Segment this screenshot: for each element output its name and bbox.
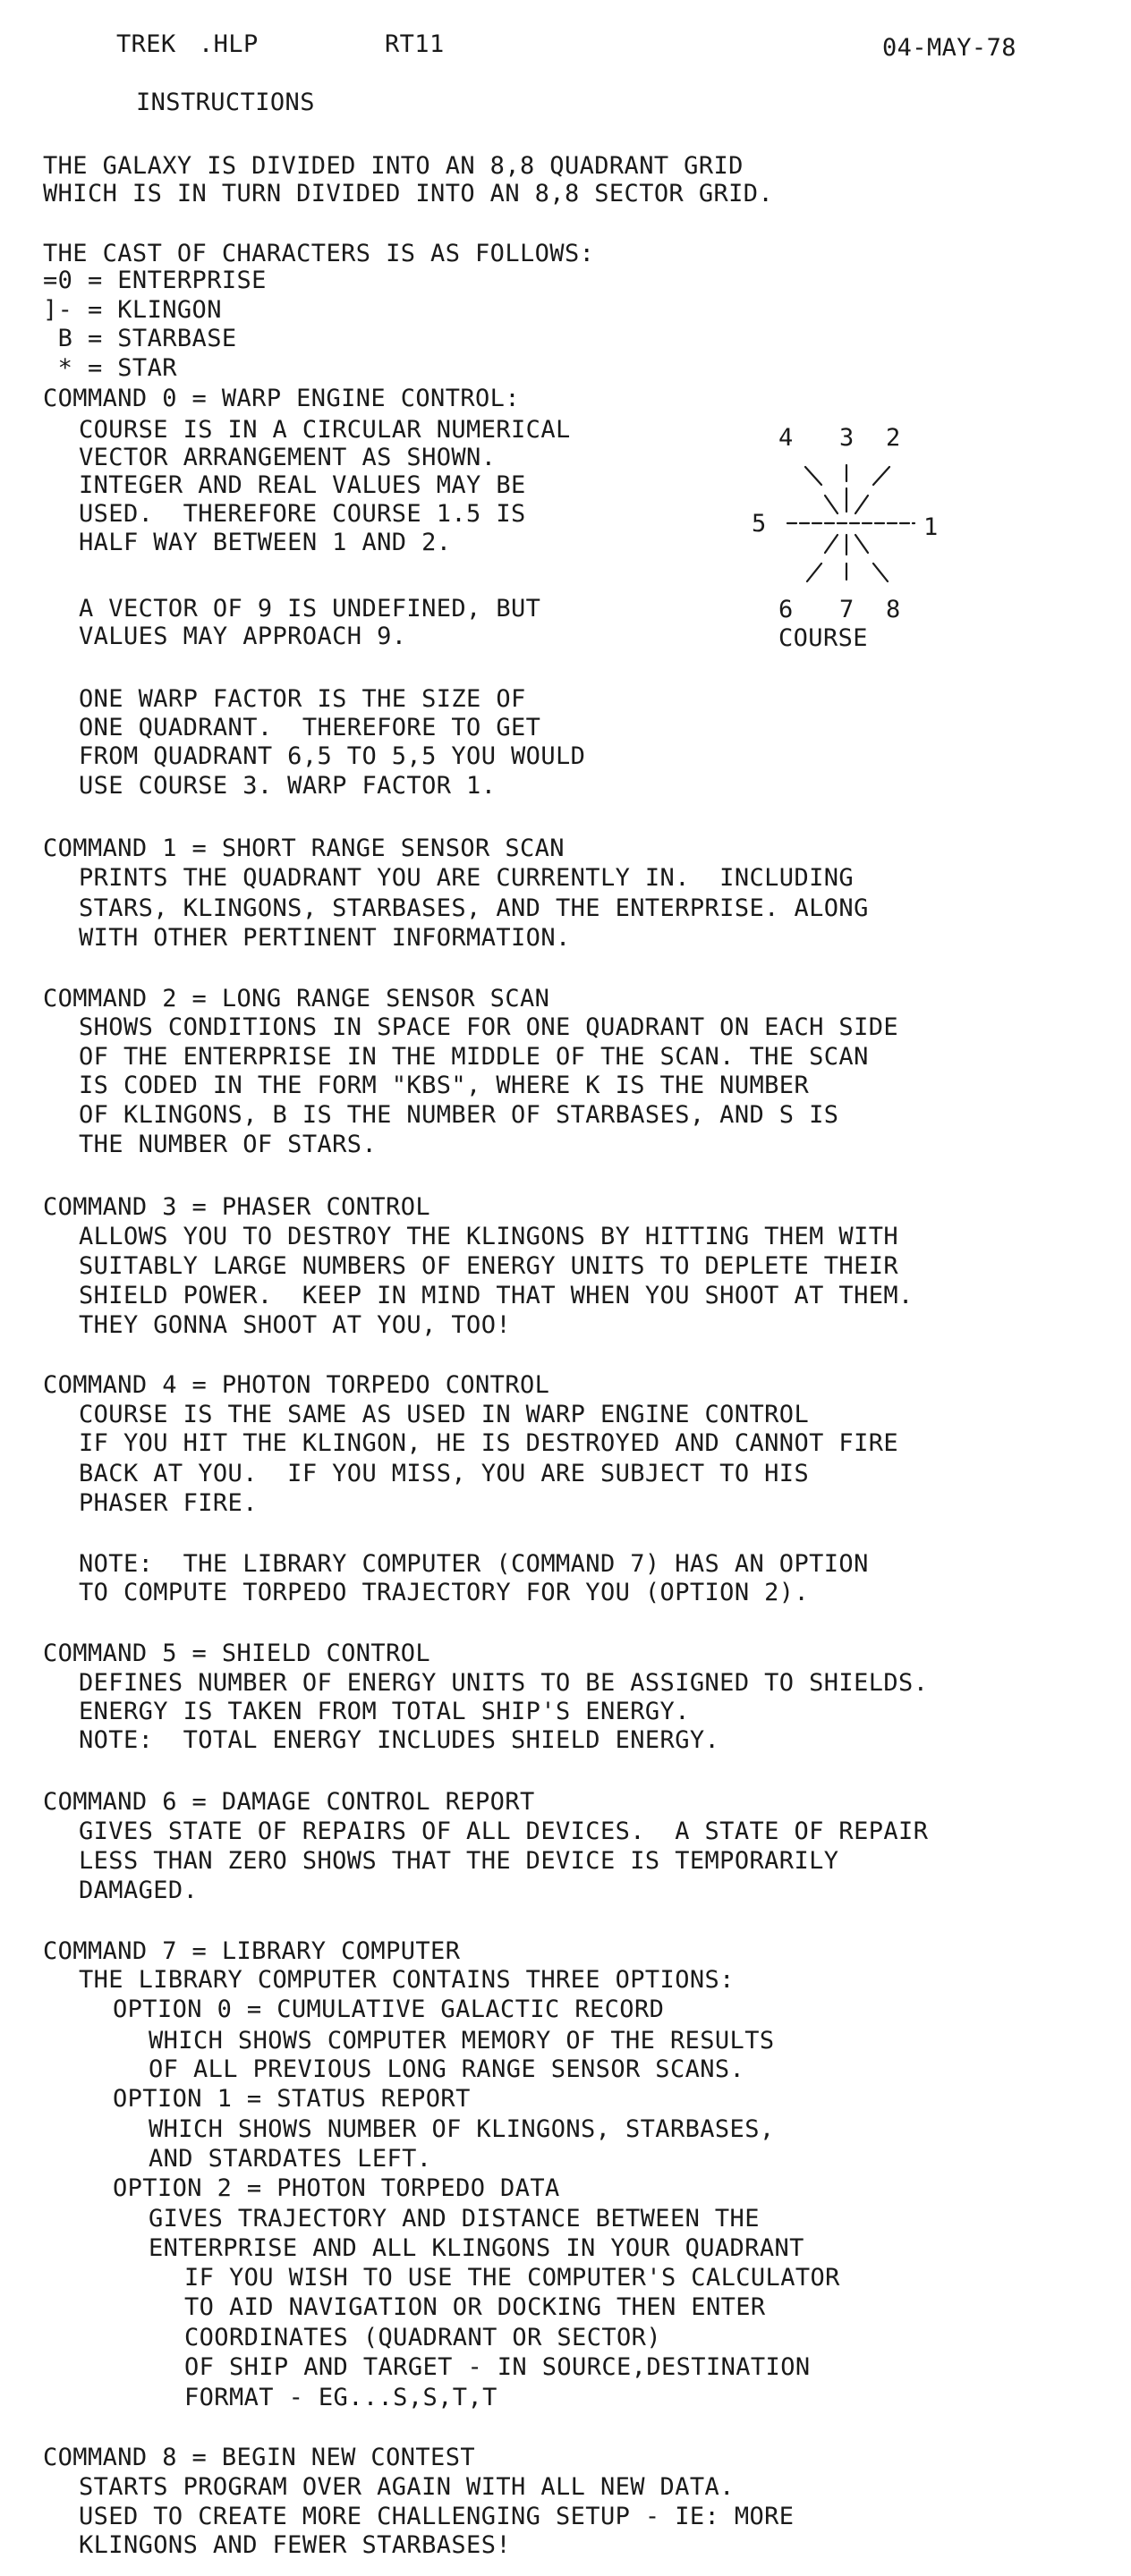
intro-line: THE GALAXY IS DIVIDED INTO AN 8,8 QUADRA… [43,152,744,180]
command-7-line: TO AID NAVIGATION OR DOCKING THEN ENTER [184,2293,766,2321]
course-line-2b [854,494,870,515]
course-line-6 [823,533,839,555]
command-6-line: LESS THAN ZERO SHOWS THAT THE DEVICE IS … [79,1847,839,1875]
course-number-7: 7 [839,596,855,623]
command-4-line: NOTE: THE LIBRARY COMPUTER (COMMAND 7) H… [79,1550,869,1578]
course-line-8 [854,533,870,555]
course-line-4 [804,465,823,487]
command-0-line: FROM QUADRANT 6,5 TO 5,5 YOU WOULD [79,742,586,770]
command-4-title: COMMAND 4 = PHOTON TORPEDO CONTROL [43,1371,550,1399]
command-2-title: COMMAND 2 = LONG RANGE SENSOR SCAN [43,985,550,1013]
command-4-line: TO COMPUTE TORPEDO TRAJECTORY FOR YOU (O… [79,1579,810,1606]
course-line-4b [823,494,839,515]
command-0-line: ONE WARP FACTOR IS THE SIZE OF [79,685,526,713]
command-8-line: USED TO CREATE MORE CHALLENGING SETUP - … [79,2503,795,2530]
help-document-page: TREK .HLP RT11 04-MAY-78 INSTRUCTIONS TH… [0,0,1131,2576]
command-8-line: KLINGONS AND FEWER STARBASES! [79,2531,512,2559]
command-6-line: GIVES STATE OF REPAIRS OF ALL DEVICES. A… [79,1818,929,1845]
command-3-line: ALLOWS YOU TO DESTROY THE KLINGONS BY HI… [79,1223,899,1250]
command-1-line: PRINTS THE QUADRANT YOU ARE CURRENTLY IN… [79,864,855,892]
cast-item-enterprise: =0 = ENTERPRISE [43,267,267,294]
course-number-8: 8 [886,596,901,623]
header-extension: .HLP [199,30,259,58]
command-7-line: ENTERPRISE AND ALL KLINGONS IN YOUR QUAD… [149,2234,804,2262]
command-0-line: HALF WAY BETWEEN 1 AND 2. [79,529,452,556]
command-7-line: GIVES TRAJECTORY AND DISTANCE BETWEEN TH… [149,2205,760,2233]
command-3-title: COMMAND 3 = PHASER CONTROL [43,1193,431,1221]
command-7-line: THE LIBRARY COMPUTER CONTAINS THREE OPTI… [79,1966,735,1994]
header-date: 04-MAY-78 [882,34,1016,62]
command-7-line: OF ALL PREVIOUS LONG RANGE SENSOR SCANS. [149,2055,745,2083]
command-8-title: COMMAND 8 = BEGIN NEW CONTEST [43,2444,476,2471]
command-1-line: WITH OTHER PERTINENT INFORMATION. [79,924,571,952]
course-number-6: 6 [778,596,794,623]
command-6-title: COMMAND 6 = DAMAGE CONTROL REPORT [43,1788,535,1816]
command-5-line: DEFINES NUMBER OF ENERGY UNITS TO BE ASS… [79,1669,929,1697]
command-2-line: OF THE ENTERPRISE IN THE MIDDLE OF THE S… [79,1043,869,1071]
command-5-title: COMMAND 5 = SHIELD CONTROL [43,1640,431,1667]
command-7-line: WHICH SHOWS COMPUTER MEMORY OF THE RESUL… [149,2027,775,2055]
command-2-line: IS CODED IN THE FORM "KBS", WHERE K IS T… [79,1072,810,1099]
course-vector-diagram: 4 3 2 5 1 6 7 8 COURSE [752,420,948,653]
command-7-line: COORDINATES (QUADRANT OR SECTOR) [184,2324,661,2351]
header-filename: TREK [116,30,176,58]
command-0-line: COURSE IS IN A CIRCULAR NUMERICAL [79,416,571,444]
cast-item-klingon: ]- = KLINGON [43,296,222,324]
command-0-line: USED. THEREFORE COURSE 1.5 IS [79,500,526,528]
instructions-heading: INSTRUCTIONS [136,89,315,116]
command-3-line: THEY GONNA SHOOT AT YOU, TOO! [79,1311,512,1339]
command-2-line: SHOWS CONDITIONS IN SPACE FOR ONE QUADRA… [79,1013,899,1041]
command-5-line: ENERGY IS TAKEN FROM TOTAL SHIP'S ENERGY… [79,1698,690,1725]
cast-item-starbase: B = STARBASE [43,325,237,352]
course-number-3: 3 [839,424,855,452]
intro-line: WHICH IS IN TURN DIVIDED INTO AN 8,8 SEC… [43,180,774,208]
command-3-line: SUITABLY LARGE NUMBERS OF ENERGY UNITS T… [79,1252,899,1280]
command-8-line: STARTS PROGRAM OVER AGAIN WITH ALL NEW D… [79,2473,735,2501]
command-0-line: ONE QUADRANT. THEREFORE TO GET [79,714,541,741]
command-7-option-1: OPTION 1 = STATUS REPORT [113,2085,471,2113]
course-number-1: 1 [923,513,939,541]
course-number-5: 5 [752,510,767,538]
command-0-line: INTEGER AND REAL VALUES MAY BE [79,471,526,499]
command-0-line: USE COURSE 3. WARP FACTOR 1. [79,772,497,800]
course-line-8b [872,562,889,583]
command-2-line: OF KLINGONS, B IS THE NUMBER OF STARBASE… [79,1101,839,1129]
course-number-2: 2 [886,424,901,452]
command-0-line: VECTOR ARRANGEMENT AS SHOWN. [79,444,497,471]
command-1-line: STARS, KLINGONS, STARBASES, AND THE ENTE… [79,894,869,922]
cast-item-star: * = STAR [43,354,177,382]
course-number-4: 4 [778,424,794,452]
command-3-line: SHIELD POWER. KEEP IN MIND THAT WHEN YOU… [79,1282,914,1309]
command-4-line: BACK AT YOU. IF YOU MISS, YOU ARE SUBJEC… [79,1460,810,1487]
course-line-6b [805,562,823,583]
command-7-line: AND STARDATES LEFT. [149,2145,432,2173]
header-system: RT11 [385,30,445,58]
command-2-line: THE NUMBER OF STARS. [79,1131,378,1158]
command-7-line: FORMAT - EG...S,S,T,T [184,2384,497,2411]
command-0-title: COMMAND 0 = WARP ENGINE CONTROL: [43,385,520,412]
command-4-line: IF YOU HIT THE KLINGON, HE IS DESTROYED … [79,1429,899,1457]
command-7-line: WHICH SHOWS NUMBER OF KLINGONS, STARBASE… [149,2115,775,2143]
command-0-line: A VECTOR OF 9 IS UNDEFINED, BUT [79,595,541,623]
command-0-line: VALUES MAY APPROACH 9. [79,623,407,650]
command-7-line: IF YOU WISH TO USE THE COMPUTER'S CALCUL… [184,2264,840,2292]
command-7-line: OF SHIP AND TARGET - IN SOURCE,DESTINATI… [184,2353,811,2381]
course-line-2 [872,465,891,487]
command-7-option-2: OPTION 2 = PHOTON TORPEDO DATA [113,2174,560,2202]
course-label: COURSE [778,624,868,652]
command-1-title: COMMAND 1 = SHORT RANGE SENSOR SCAN [43,835,565,862]
command-5-line: NOTE: TOTAL ENERGY INCLUDES SHIELD ENERG… [79,1726,720,1754]
command-4-line: PHASER FIRE. [79,1489,258,1517]
command-7-option-0: OPTION 0 = CUMULATIVE GALACTIC RECORD [113,1996,665,2023]
command-6-line: DAMAGED. [79,1877,199,1904]
command-7-title: COMMAND 7 = LIBRARY COMPUTER [43,1937,461,1965]
cast-title: THE CAST OF CHARACTERS IS AS FOLLOWS: [43,240,595,267]
command-4-line: COURSE IS THE SAME AS USED IN WARP ENGIN… [79,1401,810,1428]
